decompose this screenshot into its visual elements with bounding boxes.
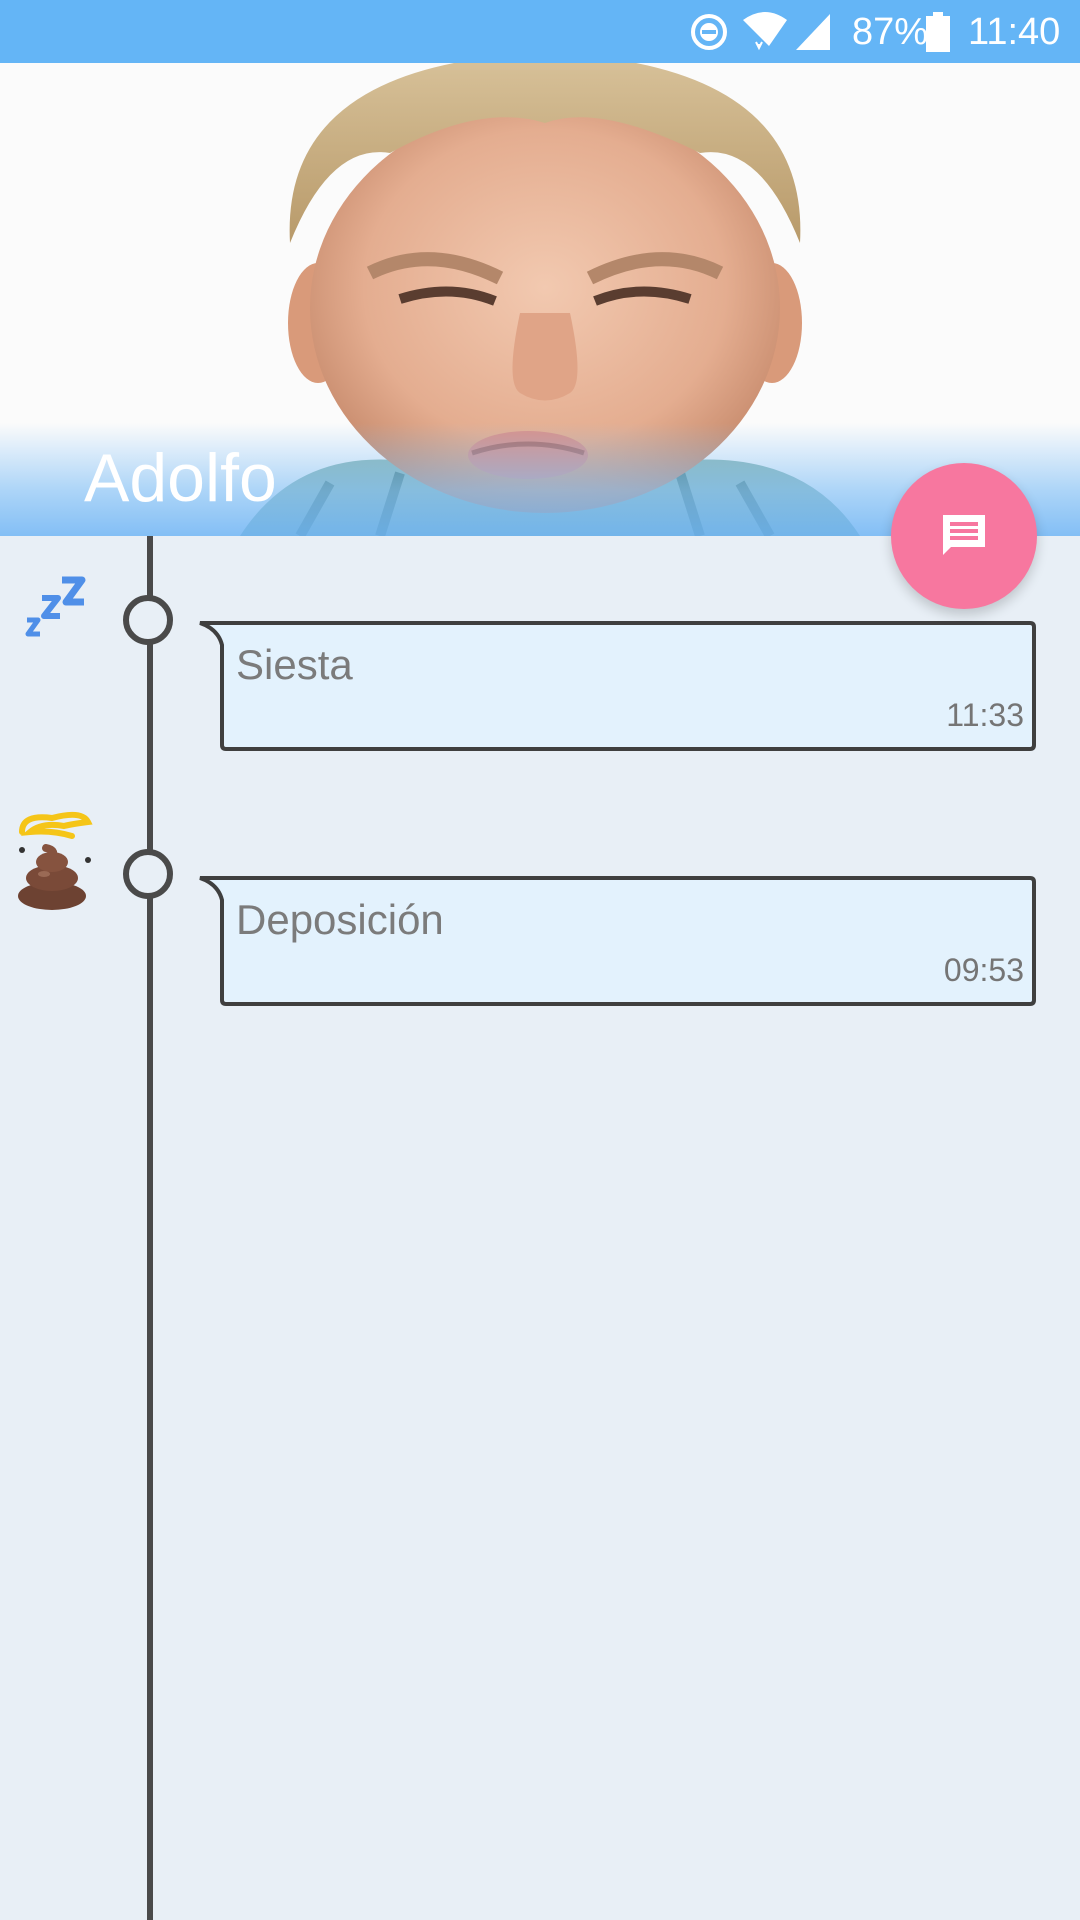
- sleep-zzz-icon: [25, 576, 86, 637]
- status-bar: 87% 11:40: [0, 0, 1080, 63]
- event-time: 09:53: [943, 952, 1024, 988]
- cell-signal-icon: [796, 14, 830, 50]
- timeline-event-card[interactable]: Deposición 09:53: [198, 876, 1036, 1006]
- battery-percent: 87%: [852, 11, 929, 53]
- event-label: Deposición: [236, 896, 444, 943]
- status-clock: 11:40: [968, 11, 1061, 53]
- wifi-icon: [743, 12, 787, 51]
- timeline-event-card[interactable]: Siesta 11:33: [198, 621, 1036, 751]
- poop-icon: [18, 811, 93, 910]
- do-not-disturb-icon: [691, 14, 727, 50]
- event-time: 11:33: [946, 697, 1024, 733]
- event-label: Siesta: [236, 641, 353, 688]
- child-name-title: Adolfo: [84, 440, 277, 516]
- profile-header: Adolfo: [0, 63, 1080, 536]
- timeline-line: [147, 536, 153, 1920]
- timeline-node: [123, 595, 173, 645]
- comment-icon: [943, 515, 985, 555]
- battery-icon: [926, 12, 950, 52]
- timeline-node: [123, 849, 173, 899]
- add-comment-fab[interactable]: [891, 463, 1037, 609]
